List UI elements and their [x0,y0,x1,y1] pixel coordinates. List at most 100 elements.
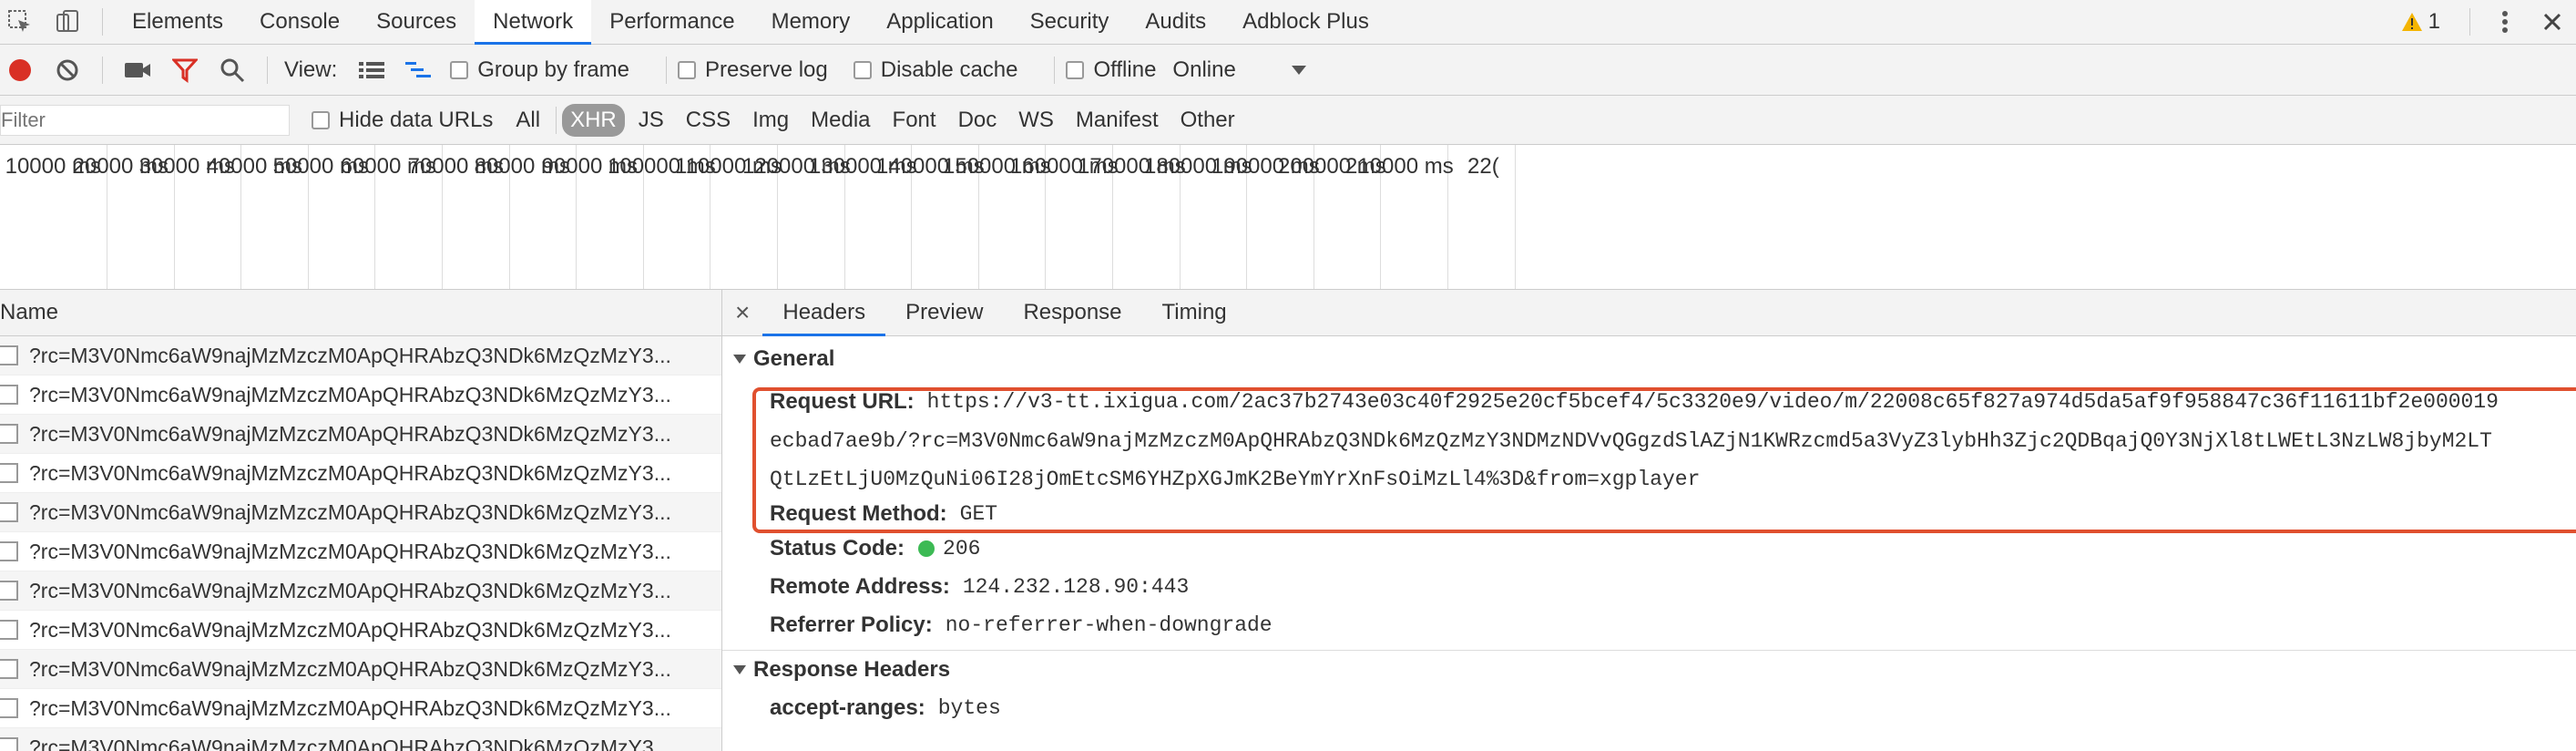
filter-type-other[interactable]: Other [1172,104,1243,137]
filter-type-all[interactable]: All [507,104,548,137]
preserve-log-label: Preserve log [705,57,828,82]
table-row[interactable]: ?rc=M3V0Nmc6aW9najMzMzczM0ApQHRAbzQ3NDk6… [0,493,721,532]
filter-type-ws[interactable]: WS [1010,104,1062,137]
filter-type-img[interactable]: Img [744,104,797,137]
table-row[interactable]: ?rc=M3V0Nmc6aW9najMzMzczM0ApQHRAbzQ3NDk6… [0,728,721,751]
network-overview-timeline[interactable]: 10000 ms 20000 ms 30000 ms 40000 ms 50000 ms… [0,145,2576,290]
tab-security[interactable]: Security [1012,0,1128,44]
resource-file-icon [0,463,18,483]
clear-icon[interactable] [47,50,87,90]
record-icon[interactable] [0,50,40,90]
response-headers-section-header[interactable]: Response Headers [722,651,2576,689]
filter-type-manifest[interactable]: Manifest [1068,104,1167,137]
resource-file-icon [0,424,18,444]
table-row[interactable]: ?rc=M3V0Nmc6aW9najMzMzczM0ApQHRAbzQ3NDk6… [0,611,721,650]
network-toolbar: View: Group by frame Preserve log Disabl… [0,45,2576,96]
screenshot-camera-icon[interactable] [118,50,158,90]
large-rows-icon[interactable] [352,50,392,90]
general-section-header[interactable]: General [722,340,2576,378]
group-by-frame-checkbox[interactable] [450,60,469,79]
filter-type-font[interactable]: Font [884,104,945,137]
table-row[interactable]: ?rc=M3V0Nmc6aW9najMzMzczM0ApQHRAbzQ3NDk6… [0,650,721,689]
inspect-element-icon[interactable] [0,2,40,42]
table-row[interactable]: ?rc=M3V0Nmc6aW9najMzMzczM0ApQHRAbzQ3NDk6… [0,689,721,728]
accept-ranges-label: accept-ranges: [770,695,925,720]
tab-application[interactable]: Application [868,0,1011,44]
table-row[interactable]: ?rc=M3V0Nmc6aW9najMzMzczM0ApQHRAbzQ3NDk6… [0,532,721,571]
toolbar-divider [666,56,667,84]
throttling-select[interactable]: Online [1172,57,1306,83]
filter-icon[interactable] [165,50,205,90]
close-detail-icon[interactable]: × [722,298,762,327]
filter-type-xhr[interactable]: XHR [562,103,625,137]
tab-audits[interactable]: Audits [1127,0,1224,44]
detail-tab-headers[interactable]: Headers [762,290,885,336]
table-row[interactable]: ?rc=M3V0Nmc6aW9najMzMzczM0ApQHRAbzQ3NDk6… [0,336,721,376]
request-name: ?rc=M3V0Nmc6aW9najMzMzczM0ApQHRAbzQ3NDk6… [29,421,671,446]
table-row[interactable]: ?rc=M3V0Nmc6aW9najMzMzczM0ApQHRAbzQ3NDk6… [0,454,721,493]
tab-sources[interactable]: Sources [358,0,475,44]
tab-elements[interactable]: Elements [114,0,241,44]
remote-address-label: Remote Address: [770,574,950,599]
request-name: ?rc=M3V0Nmc6aW9najMzMzczM0ApQHRAbzQ3NDk6… [29,617,671,642]
waterfall-view-icon[interactable] [399,50,439,90]
resource-file-icon [0,659,18,679]
request-name: ?rc=M3V0Nmc6aW9najMzMzczM0ApQHRAbzQ3NDk6… [29,656,671,681]
resource-file-icon [0,385,18,405]
resource-file-icon [0,737,18,751]
request-name: ?rc=M3V0Nmc6aW9najMzMzczM0ApQHRAbzQ3NDk6… [29,382,671,406]
tab-performance[interactable]: Performance [591,0,752,44]
tab-memory[interactable]: Memory [753,0,869,44]
request-name: ?rc=M3V0Nmc6aW9najMzMzczM0ApQHRAbzQ3NDk6… [29,460,671,485]
disable-cache-checkbox[interactable] [853,60,872,79]
filter-type-css[interactable]: CSS [678,104,739,137]
detail-tabs: × Headers Preview Response Timing [722,290,2576,336]
resource-file-icon [0,541,18,561]
table-row[interactable]: ?rc=M3V0Nmc6aW9najMzMzczM0ApQHRAbzQ3NDk6… [0,376,721,415]
toolbar-divider [2469,8,2470,36]
filter-divider [556,106,557,134]
disable-cache-label: Disable cache [880,57,1018,82]
offline-checkbox[interactable] [1066,60,1085,79]
request-url-highlight [752,387,2576,533]
request-name: ?rc=M3V0Nmc6aW9najMzMzczM0ApQHRAbzQ3NDk6… [29,695,671,720]
offline-label: Offline [1093,57,1157,82]
tab-network[interactable]: Network [475,0,592,45]
status-ok-dot-icon [918,540,935,557]
resource-file-icon [0,502,18,522]
status-code-label: Status Code: [770,536,905,561]
search-icon[interactable] [212,50,252,90]
preserve-log-checkbox[interactable] [678,60,696,79]
detail-tab-response[interactable]: Response [1003,290,1141,335]
warning-indicator[interactable]: 1 [2401,9,2440,35]
device-toolbar-icon[interactable] [47,2,87,42]
tab-console[interactable]: Console [241,0,358,44]
request-name: ?rc=M3V0Nmc6aW9najMzMzczM0ApQHRAbzQ3NDk6… [29,499,671,524]
hide-data-urls-checkbox[interactable] [312,110,330,129]
filter-type-media[interactable]: Media [802,104,878,137]
close-devtools-icon[interactable] [2532,2,2572,42]
dropdown-arrow-icon [1291,65,1306,75]
request-name: ?rc=M3V0Nmc6aW9najMzMzczM0ApQHRAbzQ3NDk6… [29,578,671,602]
filter-type-doc[interactable]: Doc [950,104,1006,137]
detail-tab-timing[interactable]: Timing [1142,290,1247,335]
more-options-icon[interactable] [2485,2,2525,42]
hide-data-urls-label: Hide data URLs [339,107,494,132]
remote-address-value: 124.232.128.90:443 [962,575,1190,599]
tab-adblock-plus[interactable]: Adblock Plus [1224,0,1387,44]
detail-tab-preview[interactable]: Preview [885,290,1003,335]
filter-input[interactable] [0,104,290,136]
accept-ranges-row: accept-ranges: bytes [722,689,2576,727]
throttling-value: Online [1172,57,1236,82]
resource-file-icon [0,345,18,365]
response-headers-title: Response Headers [753,657,951,682]
table-row[interactable]: ?rc=M3V0Nmc6aW9najMzMzczM0ApQHRAbzQ3NDk6… [0,415,721,454]
toolbar-divider [267,56,268,84]
table-row[interactable]: ?rc=M3V0Nmc6aW9najMzMzczM0ApQHRAbzQ3NDk6… [0,571,721,611]
devtools-tab-bar: Elements Console Sources Network Performance… [0,0,2576,45]
filter-type-js[interactable]: JS [630,104,672,137]
name-column-header[interactable]: Name [0,290,721,336]
toolbar-divider [102,8,103,36]
remote-address-row: Remote Address: 124.232.128.90:443 [722,568,2576,606]
request-list: Name ?rc=M3V0Nmc6aW9najMzMzczM0ApQHRAbzQ… [0,290,722,751]
